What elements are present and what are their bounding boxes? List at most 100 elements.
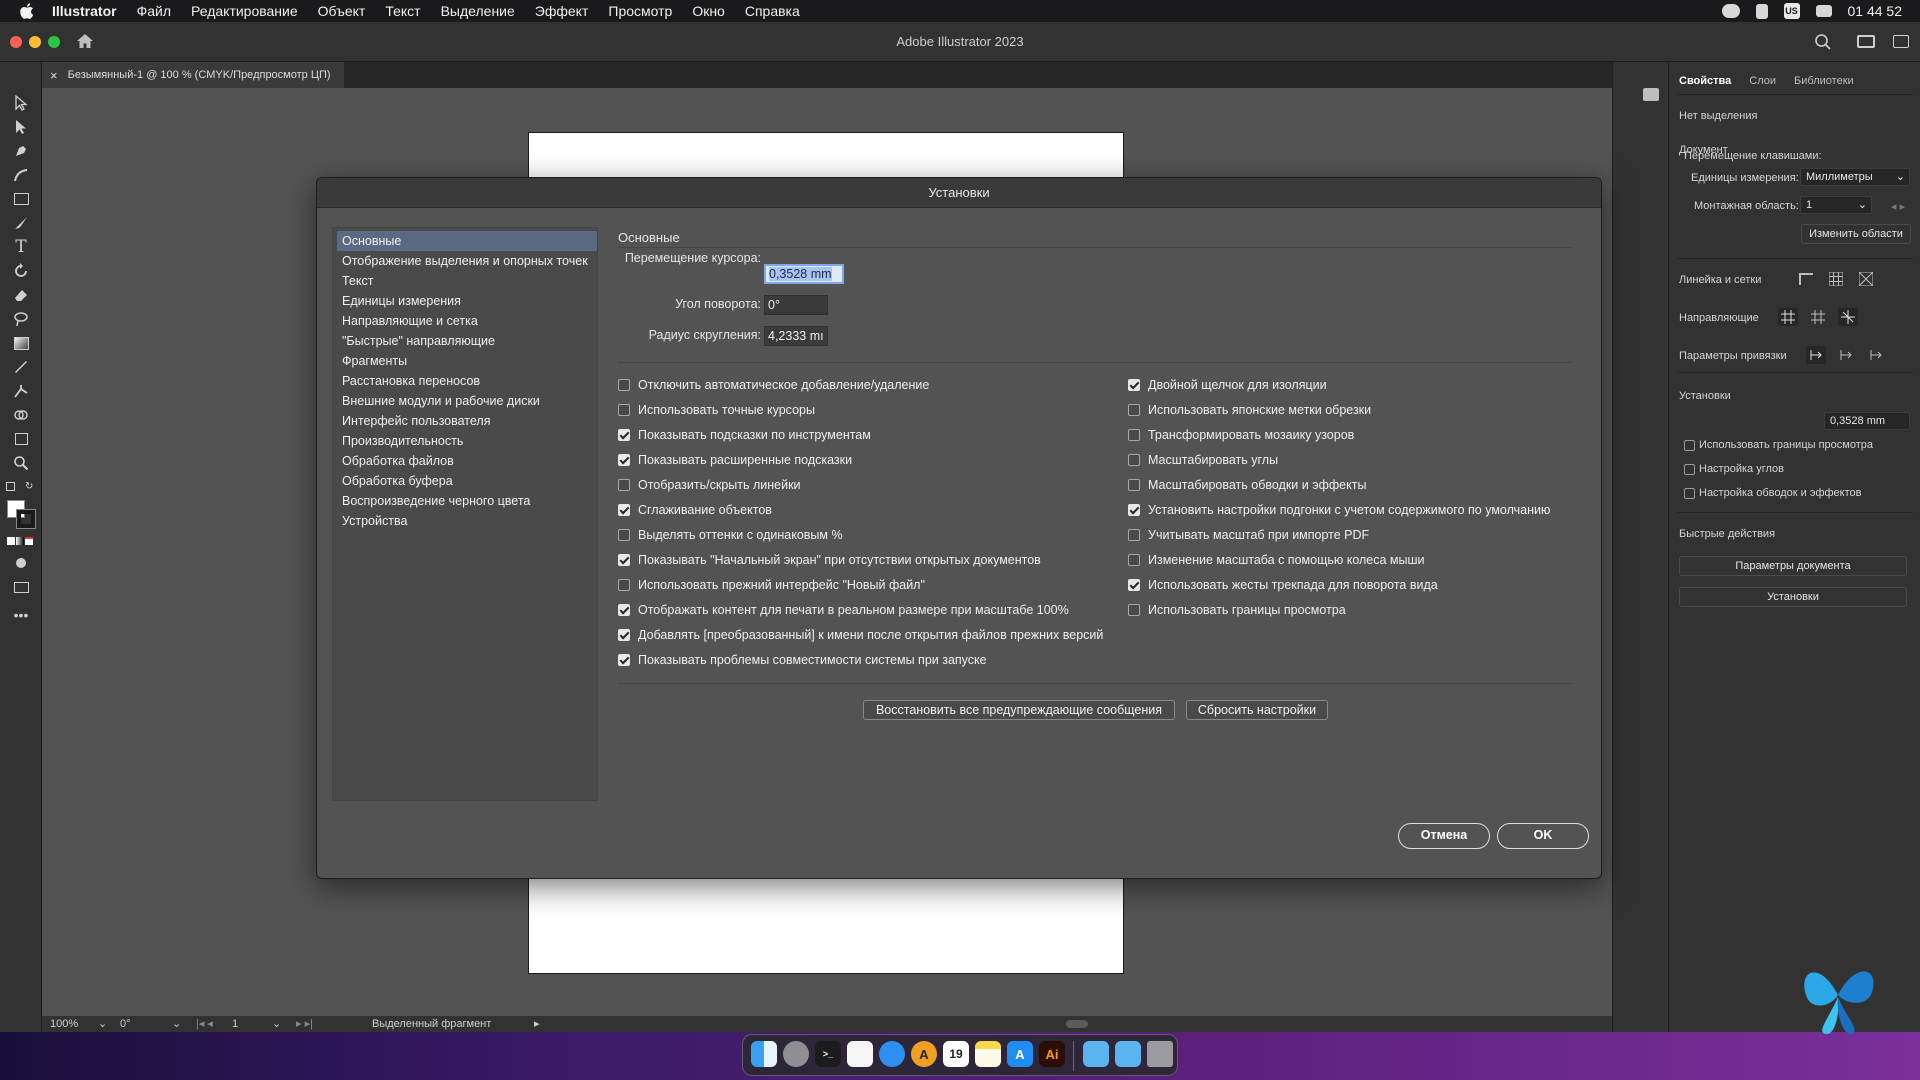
next-artboard-icon[interactable]: ▸ ▸|	[296, 1017, 313, 1031]
notes-icon[interactable]	[1755, 3, 1768, 19]
zoom-level[interactable]: 100%	[50, 1017, 78, 1031]
scale-corners-checkbox[interactable]	[1684, 464, 1695, 475]
rectangle-tool-icon[interactable]	[11, 190, 31, 208]
rotation-value[interactable]: 0°	[120, 1017, 131, 1031]
checkbox-row[interactable]: Использовать японские метки обрезки	[1128, 401, 1371, 419]
checkbox-row[interactable]: Масштабировать обводки и эффекты	[1128, 476, 1366, 494]
status-info[interactable]: Выделенный фрагмент	[372, 1017, 491, 1031]
snap-to-pixel-icon[interactable]	[1836, 346, 1856, 364]
checkbox-row[interactable]: Двойной щелчок для изоляции	[1128, 376, 1327, 394]
nav-guides-grid[interactable]: Направляющие и сетка	[337, 311, 597, 331]
terminal-icon[interactable]: >_	[815, 1041, 841, 1067]
reset-preferences-button[interactable]: Сбросить настройки	[1186, 700, 1328, 720]
smart-guides-icon[interactable]	[1838, 308, 1858, 326]
document-tab[interactable]: × Безымянный-1 @ 100 % (CMYK/Предпросмот…	[42, 62, 344, 88]
menubar-clock[interactable]: 01 44 52	[1848, 3, 1903, 19]
prev-next-artboard-icon[interactable]: ◂ ▸	[1891, 200, 1905, 213]
checkbox-row[interactable]: Сглаживание объектов	[618, 501, 772, 519]
zoom-dropdown-icon[interactable]: ⌄	[98, 1017, 107, 1031]
safari-icon[interactable]	[879, 1041, 905, 1067]
checkbox-row[interactable]: Показывать "Начальный экран" при отсутст…	[618, 551, 1041, 569]
type-tool-icon[interactable]: T	[11, 237, 31, 257]
zoom-tool-icon[interactable]	[11, 454, 31, 472]
nav-clipboard-handling[interactable]: Обработка буфера	[337, 471, 597, 491]
trash-icon[interactable]	[1147, 1041, 1173, 1067]
ruler-icon[interactable]	[1796, 270, 1816, 288]
artboard-tool-icon[interactable]	[11, 430, 31, 448]
checkbox-checked[interactable]	[1128, 379, 1140, 391]
gradient-tool-icon[interactable]	[11, 334, 31, 352]
constrain-angle-input[interactable]: 0°	[764, 295, 828, 315]
document-setup-button[interactable]: Параметры документа	[1679, 556, 1907, 576]
comments-icon[interactable]	[1643, 88, 1659, 101]
nav-selection-anchor-display[interactable]: Отображение выделения и опорных точек	[337, 251, 597, 271]
nav-slices[interactable]: Фрагменты	[337, 351, 597, 371]
control-center-icon[interactable]	[1815, 5, 1832, 17]
stroke-swatch[interactable]	[16, 509, 36, 529]
perspective-grid-icon[interactable]	[1856, 270, 1876, 288]
menu-type[interactable]: Текст	[385, 3, 420, 19]
apple-icon[interactable]	[16, 0, 38, 22]
checkbox-checked[interactable]	[618, 654, 630, 666]
checkbox-unchecked[interactable]	[618, 379, 630, 391]
system-settings-icon[interactable]	[783, 1041, 809, 1067]
direct-selection-tool-icon[interactable]	[11, 118, 31, 136]
tab-layers[interactable]: Слои	[1749, 75, 1776, 87]
checkbox-row[interactable]: Добавлять [преобразованный] к имени посл…	[618, 626, 1103, 644]
tab-properties[interactable]: Свойства	[1679, 75, 1731, 87]
instruments-icon[interactable]: A	[911, 1041, 937, 1067]
horizontal-scroll-thumb[interactable]	[1066, 1020, 1088, 1028]
applications-folder-icon[interactable]	[1115, 1041, 1141, 1067]
rotate-tool-icon[interactable]	[11, 262, 31, 280]
eyedropper-tool-icon[interactable]	[11, 358, 31, 376]
corner-radius-input[interactable]: 4,2333 mı	[764, 326, 828, 346]
checkbox-checked[interactable]	[618, 604, 630, 616]
screen-mode-icon[interactable]	[11, 578, 31, 596]
menu-window[interactable]: Окно	[692, 3, 725, 19]
menu-help[interactable]: Справка	[745, 3, 800, 19]
use-preview-bounds-checkbox[interactable]	[1684, 440, 1695, 451]
lasso-tool-icon[interactable]	[11, 310, 31, 328]
curvature-tool-icon[interactable]	[11, 166, 31, 184]
menu-object[interactable]: Объект	[318, 3, 366, 19]
nav-performance[interactable]: Производительность	[337, 431, 597, 451]
scale-strokes-checkbox[interactable]	[1684, 488, 1695, 499]
nav-file-handling[interactable]: Обработка файлов	[337, 451, 597, 471]
checkbox-row[interactable]: Показывать расширенные подсказки	[618, 451, 852, 469]
checkbox-row[interactable]: Использовать границы просмотра	[1128, 601, 1346, 619]
checkbox-unchecked[interactable]	[1128, 604, 1140, 616]
checkbox-row[interactable]: Отключить автоматическое добавление/удал…	[618, 376, 929, 394]
status-menu-icon[interactable]: ▸	[534, 1017, 540, 1031]
app-store-icon[interactable]: A	[1007, 1041, 1033, 1067]
units-select[interactable]: Миллиметры ⌄	[1800, 168, 1910, 186]
checkbox-row[interactable]: Масштабировать углы	[1128, 451, 1278, 469]
selection-tool-icon[interactable]	[11, 94, 31, 112]
menu-effect[interactable]: Эффект	[535, 3, 589, 19]
checkbox-row[interactable]: Трансформировать мозаику узоров	[1128, 426, 1354, 444]
rotation-dropdown-icon[interactable]: ⌄	[172, 1017, 181, 1031]
checkbox-unchecked[interactable]	[1128, 454, 1140, 466]
checkbox-checked[interactable]	[618, 454, 630, 466]
pen-tool-icon[interactable]	[11, 142, 31, 160]
ok-button[interactable]: OK	[1497, 823, 1589, 849]
keyboard-increment-input[interactable]: 0,3528 mm	[764, 264, 844, 284]
more-tools-icon[interactable]: •••	[11, 606, 31, 624]
snap-to-point-icon[interactable]	[1806, 346, 1826, 364]
edit-artboards-button[interactable]: Изменить области	[1801, 224, 1911, 244]
checkbox-checked[interactable]	[1128, 579, 1140, 591]
checkbox-unchecked[interactable]	[1128, 429, 1140, 441]
illustrator-icon[interactable]: Ai	[1039, 1041, 1065, 1067]
calendar-icon[interactable]: 19	[943, 1041, 969, 1067]
keyboard-increment-input[interactable]: 0,3528 mm	[1824, 412, 1910, 430]
checkbox-unchecked[interactable]	[618, 479, 630, 491]
artboard-dropdown-icon[interactable]: ⌄	[272, 1017, 281, 1031]
checkbox-checked[interactable]	[618, 629, 630, 641]
grid-icon[interactable]	[1826, 270, 1846, 288]
eraser-tool-icon[interactable]	[11, 286, 31, 304]
checkbox-row[interactable]: Использовать точные курсоры	[618, 401, 815, 419]
checkbox-unchecked[interactable]	[1128, 404, 1140, 416]
nav-appearance-of-black[interactable]: Воспроизведение черного цвета	[337, 491, 597, 511]
checkbox-unchecked[interactable]	[618, 404, 630, 416]
preferences-button[interactable]: Установки	[1679, 587, 1907, 607]
workspace-switcher-icon[interactable]	[1857, 35, 1875, 48]
